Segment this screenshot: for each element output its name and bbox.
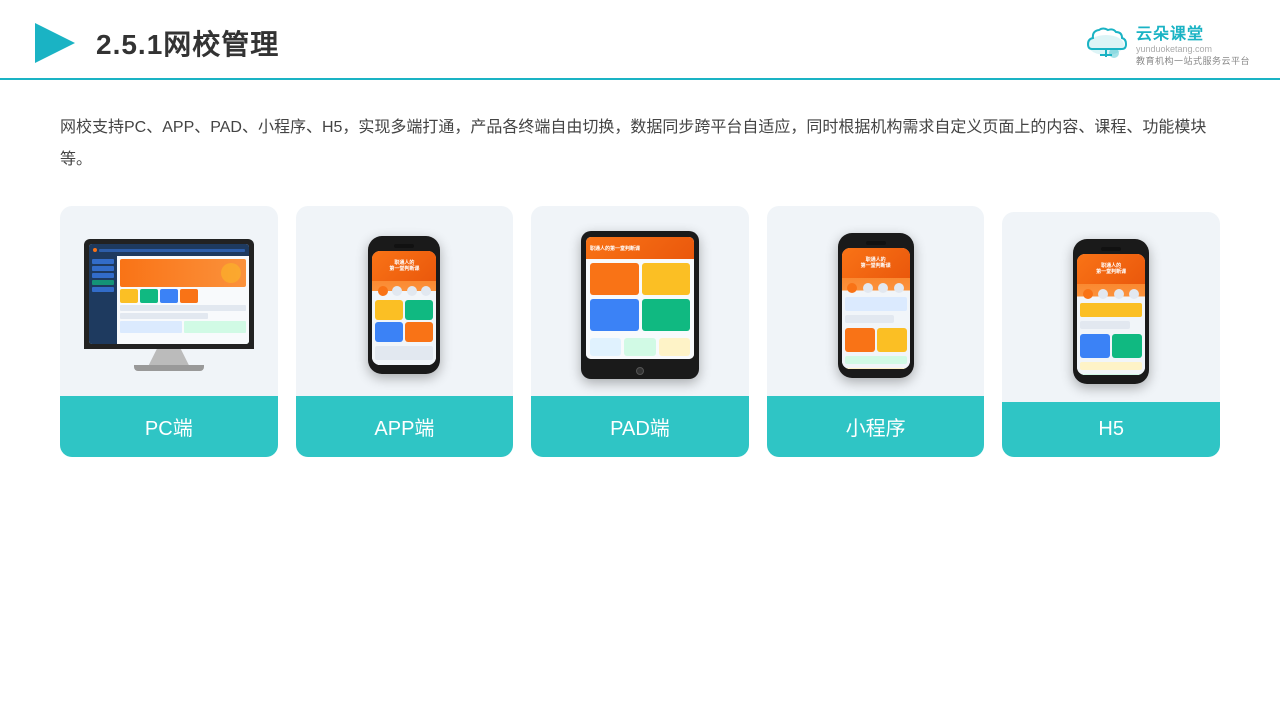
- pad-device: 职通人的第一堂判断课: [581, 231, 699, 379]
- card-app-image: 职通人的第一堂判断课: [296, 206, 514, 396]
- card-pc-label: PC端: [60, 396, 278, 457]
- card-pad-image: 职通人的第一堂判断课: [531, 206, 749, 396]
- page-title: 2.5.1网校管理: [96, 23, 279, 63]
- phone-h5: 职通人的第一堂判断课: [1073, 239, 1149, 384]
- card-app: 职通人的第一堂判断课: [296, 206, 514, 457]
- card-miniprogram-image: 职通人的第一堂判断课: [767, 206, 985, 396]
- card-pad-label: PAD端: [531, 396, 749, 457]
- pc-monitor: [84, 239, 254, 371]
- phone-frame-app: 职通人的第一堂判断课: [368, 236, 440, 374]
- cloud-icon: [1082, 25, 1130, 61]
- logo-icon: [30, 18, 80, 68]
- card-miniprogram: 职通人的第一堂判断课: [767, 206, 985, 457]
- card-app-label: APP端: [296, 396, 514, 457]
- phone-frame-miniprogram: 职通人的第一堂判断课: [838, 233, 914, 378]
- phone-app: 职通人的第一堂判断课: [368, 236, 440, 374]
- card-pc: PC端: [60, 206, 278, 457]
- header: 2.5.1网校管理 云朵课堂 yunduoketang.com 教育机构一站式服…: [0, 0, 1280, 80]
- card-h5-label: H5: [1002, 402, 1220, 457]
- brand-logo: 云朵课堂 yunduoketang.com 教育机构一站式服务云平台: [1082, 20, 1250, 67]
- card-h5: 职通人的第一堂判断课: [1002, 212, 1220, 457]
- header-left: 2.5.1网校管理: [30, 18, 279, 68]
- card-miniprogram-label: 小程序: [767, 396, 985, 457]
- card-pc-image: [60, 206, 278, 396]
- card-pad: 职通人的第一堂判断课: [531, 206, 749, 457]
- card-h5-image: 职通人的第一堂判断课: [1002, 212, 1220, 402]
- description-text: 网校支持PC、APP、PAD、小程序、H5，实现多端打通，产品各终端自由切换，数…: [60, 112, 1220, 176]
- brand-name: 云朵课堂: [1136, 20, 1204, 44]
- phone-frame-h5: 职通人的第一堂判断课: [1073, 239, 1149, 384]
- device-cards-row: PC端 职通人的第一堂判断课: [60, 206, 1220, 457]
- brand-text-block: 云朵课堂 yunduoketang.com 教育机构一站式服务云平台: [1136, 20, 1250, 67]
- phone-miniprogram: 职通人的第一堂判断课: [838, 233, 914, 378]
- brand-sub: 教育机构一站式服务云平台: [1136, 54, 1250, 67]
- brand-url: yunduoketang.com: [1136, 44, 1212, 54]
- header-right: 云朵课堂 yunduoketang.com 教育机构一站式服务云平台: [1082, 20, 1250, 67]
- main-content: 网校支持PC、APP、PAD、小程序、H5，实现多端打通，产品各终端自由切换，数…: [0, 80, 1280, 477]
